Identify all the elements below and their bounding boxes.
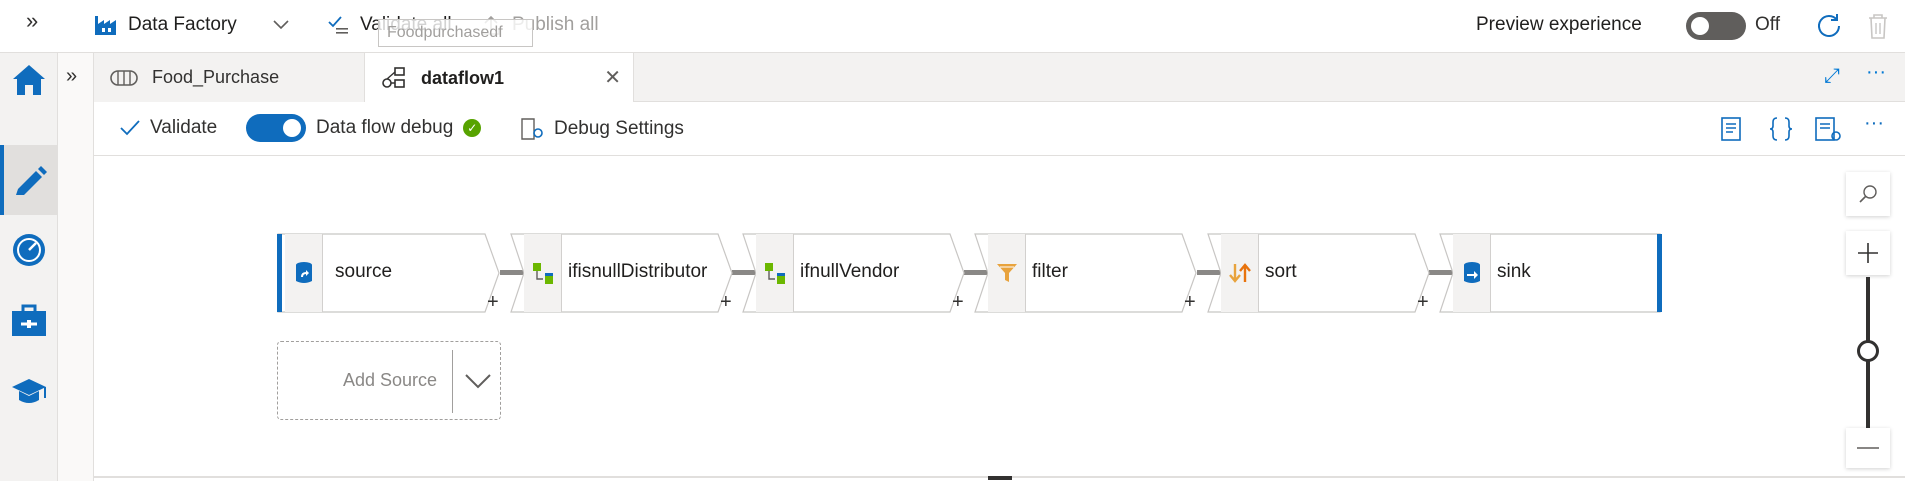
validate-button[interactable]: Validate	[120, 117, 217, 139]
sort-icon	[1228, 263, 1251, 283]
node-label: source	[335, 261, 393, 282]
pipeline-icon	[110, 69, 138, 86]
chevron-down-icon	[273, 20, 289, 30]
tab-food-purchase[interactable]: Food_Purchase	[94, 53, 364, 102]
node-icon-box	[1221, 234, 1259, 312]
top-bar: » Data Factory Validate all Publish all …	[0, 0, 1905, 53]
derived-column-icon	[764, 263, 785, 284]
add-source-divider	[452, 350, 453, 413]
monitor-nav-item[interactable]	[0, 223, 58, 277]
pencil-icon	[16, 166, 47, 195]
add-transform-plus-icon[interactable]: +	[952, 291, 964, 314]
canvas-search-button[interactable]	[1846, 172, 1890, 216]
checkmark-icon	[120, 120, 140, 136]
factory-name: Data Factory	[128, 14, 237, 35]
debug-label: Data flow debug	[316, 117, 454, 138]
code-braces-icon[interactable]	[1768, 116, 1794, 142]
node-filter[interactable]: filter +	[974, 233, 1206, 313]
preview-toggle[interactable]	[1686, 12, 1746, 40]
debug-settings-button[interactable]: Debug Settings	[520, 117, 684, 141]
learn-nav-item[interactable]	[0, 365, 58, 419]
left-navigation-rail	[0, 53, 58, 481]
debug-settings-label: Debug Settings	[554, 118, 684, 139]
add-source-button[interactable]: Add Source	[277, 341, 501, 420]
node-icon-box	[988, 234, 1026, 312]
debug-settings-icon	[521, 118, 543, 140]
node-source[interactable]: source +	[277, 233, 509, 313]
add-transform-plus-icon[interactable]: +	[720, 291, 732, 314]
node-label: ifnullVendor	[800, 261, 900, 282]
dataflow-icon	[382, 67, 405, 88]
node-label: sink	[1497, 261, 1531, 282]
node-icon-box	[1453, 234, 1491, 312]
zoom-in-button[interactable]	[1846, 231, 1890, 275]
refresh-icon[interactable]	[1815, 12, 1843, 40]
dataflow-toolbar: Validate Data flow debug ✓ Debug Setting…	[94, 102, 1905, 156]
expand-resources-icon[interactable]: »	[66, 65, 77, 88]
dataflow-canvas[interactable]	[94, 156, 1905, 481]
author-nav-item[interactable]	[0, 145, 58, 215]
monitor-gauge-icon	[13, 234, 45, 266]
tab-label: dataflow1	[421, 67, 505, 88]
factory-icon	[95, 16, 116, 35]
node-icon-box	[756, 234, 794, 312]
validate-all-icon	[328, 16, 348, 34]
add-source-label: Add Source	[343, 370, 438, 390]
node-label: filter	[1032, 261, 1068, 282]
debug-toggle[interactable]	[246, 114, 306, 142]
node-sort[interactable]: sort +	[1207, 233, 1439, 313]
sink-icon	[1463, 262, 1480, 283]
tab-dataflow1[interactable]: dataflow1 ✕	[364, 53, 634, 103]
preview-experience-label: Preview experience	[1476, 14, 1642, 35]
factory-resources-collapsed: »	[58, 53, 94, 481]
add-transform-plus-icon[interactable]: +	[1417, 291, 1429, 314]
minus-icon	[1857, 447, 1879, 449]
toolbox-icon	[12, 304, 46, 336]
manage-nav-item[interactable]	[0, 293, 58, 347]
data-flow-debug-group: Data flow debug ✓	[246, 114, 482, 142]
filter-icon	[996, 264, 1017, 282]
tab-strip: Food_Purchase dataflow1 ✕ ⤢ ···	[94, 53, 1905, 103]
maximize-icon[interactable]: ⤢	[1824, 65, 1840, 88]
add-transform-plus-icon[interactable]: +	[487, 291, 499, 314]
close-icon[interactable]: ✕	[604, 65, 621, 90]
toolbar-more-icon[interactable]: ···	[1864, 112, 1884, 135]
properties-icon[interactable]	[1814, 116, 1842, 142]
more-options-icon[interactable]: ···	[1866, 61, 1886, 84]
debug-status-ok-icon: ✓	[463, 119, 482, 137]
zoom-slider-thumb[interactable]	[1857, 340, 1879, 362]
script-icon[interactable]	[1718, 116, 1744, 142]
node-icon-box	[285, 234, 323, 312]
home-nav-item[interactable]	[0, 53, 58, 107]
plus-icon	[1858, 243, 1878, 263]
node-ifnullvendor[interactable]: ifnullVendor +	[742, 233, 974, 313]
chevron-down-icon[interactable]	[463, 362, 493, 398]
panel-resize-handle[interactable]	[988, 476, 1012, 480]
zoom-out-button[interactable]	[1846, 428, 1890, 468]
node-ifisnulldistributor[interactable]: ifisnullDistributor +	[510, 233, 742, 313]
home-icon	[13, 65, 45, 95]
node-sink[interactable]: sink	[1439, 233, 1663, 313]
graduation-cap-icon	[12, 379, 46, 403]
tab-label: Food_Purchase	[152, 67, 280, 87]
source-icon	[295, 262, 312, 283]
preview-state-label: Off	[1755, 14, 1780, 35]
expand-menu-icon[interactable]: »	[26, 8, 38, 34]
add-transform-plus-icon[interactable]: +	[1184, 291, 1196, 314]
drag-ghost-tooltip: Foodpurchasedf	[378, 19, 533, 47]
validate-label: Validate	[150, 117, 218, 138]
discard-icon[interactable]	[1866, 12, 1890, 40]
search-icon	[1859, 185, 1877, 203]
derived-column-icon	[532, 263, 553, 284]
node-label: ifisnullDistributor	[568, 261, 708, 282]
node-label: sort	[1265, 261, 1297, 282]
factory-selector[interactable]: Data Factory	[94, 14, 289, 36]
node-icon-box	[524, 234, 562, 312]
